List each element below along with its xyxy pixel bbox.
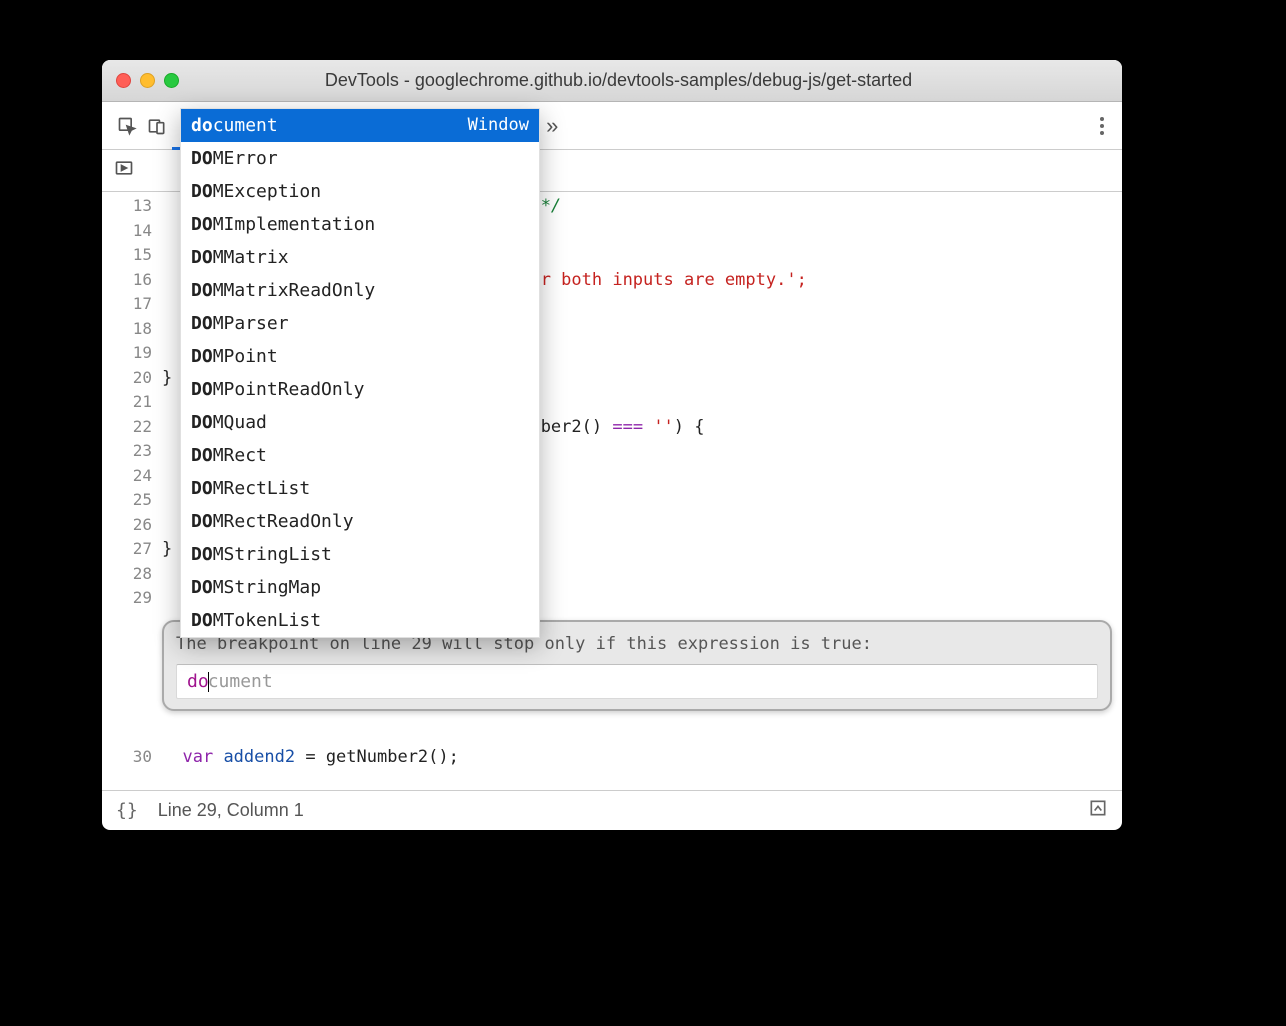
line-number: 21	[102, 390, 152, 415]
pretty-print-icon[interactable]: {}	[116, 800, 138, 821]
line-number: 19	[102, 341, 152, 366]
line-gutter[interactable]: 30	[102, 739, 162, 770]
line-number: 22	[102, 415, 152, 440]
autocomplete-item[interactable]: DOMParser	[181, 307, 539, 340]
line-number: 14	[102, 219, 152, 244]
line-number: 29	[102, 586, 152, 611]
collapse-icon[interactable]	[1088, 798, 1108, 823]
kebab-menu-icon[interactable]	[1092, 117, 1112, 135]
line-number: 27	[102, 537, 152, 562]
autocomplete-item[interactable]: DOMRect	[181, 439, 539, 472]
devtools-window: DevTools - googlechrome.github.io/devtoo…	[102, 60, 1122, 830]
autocomplete-item[interactable]: DOMStringMap	[181, 571, 539, 604]
autocomplete-item[interactable]: DOMPointReadOnly	[181, 373, 539, 406]
line-gutter[interactable]: 13 14 15 16 17 18 19 20 21 22 23 24 25 2…	[102, 192, 162, 790]
cursor-position: Line 29, Column 1	[158, 800, 304, 821]
autocomplete-item[interactable]: DOMTokenList	[181, 604, 539, 637]
autocomplete-item[interactable]: DOMRectReadOnly	[181, 505, 539, 538]
line-number: 20	[102, 366, 152, 391]
code-line: var addend2 = getNumber2();	[162, 745, 1122, 770]
autocomplete-popup: documentWindowDOMErrorDOMExceptionDOMImp…	[180, 108, 540, 638]
autocomplete-item[interactable]: DOMRectList	[181, 472, 539, 505]
line-number: 24	[102, 464, 152, 489]
breakpoint-expression-input[interactable]: document	[176, 664, 1098, 699]
autocomplete-item[interactable]: DOMPoint	[181, 340, 539, 373]
line-number: 16	[102, 268, 152, 293]
code-after-breakpoint: 30 var addend2 = getNumber2();	[102, 739, 1122, 770]
line-number: 26	[102, 513, 152, 538]
line-number: 23	[102, 439, 152, 464]
code-area[interactable]: var addend2 = getNumber2();	[162, 739, 1122, 770]
titlebar: DevTools - googlechrome.github.io/devtoo…	[102, 60, 1122, 102]
autocomplete-item[interactable]: DOMImplementation	[181, 208, 539, 241]
autocomplete-item[interactable]: DOMException	[181, 175, 539, 208]
autocomplete-item[interactable]: DOMStringList	[181, 538, 539, 571]
autocomplete-item[interactable]: DOMQuad	[181, 406, 539, 439]
line-number: 28	[102, 562, 152, 587]
autocomplete-item[interactable]: DOMError	[181, 142, 539, 175]
line-number: 15	[102, 243, 152, 268]
autocomplete-type: Window	[468, 113, 529, 138]
inspect-icon[interactable]	[112, 116, 142, 136]
line-number: 17	[102, 292, 152, 317]
autocomplete-item[interactable]: DOMMatrixReadOnly	[181, 274, 539, 307]
resume-script-icon[interactable]	[114, 158, 134, 183]
device-toggle-icon[interactable]	[142, 116, 172, 136]
line-number: 25	[102, 488, 152, 513]
autocomplete-item[interactable]: documentWindow	[181, 109, 539, 142]
status-bar: {} Line 29, Column 1	[102, 790, 1122, 830]
autocomplete-item[interactable]: DOMMatrix	[181, 241, 539, 274]
window-title: DevTools - googlechrome.github.io/devtoo…	[129, 70, 1108, 91]
line-number: 30	[102, 745, 152, 770]
line-number: 13	[102, 194, 152, 219]
line-number: 18	[102, 317, 152, 342]
